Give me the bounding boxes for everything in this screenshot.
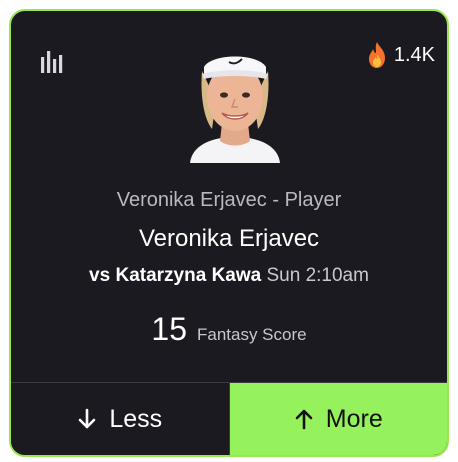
arrow-up-icon xyxy=(295,409,313,430)
matchup-line: vs Katarzyna Kawa Sun 2:10am xyxy=(11,264,447,288)
vs-label: vs xyxy=(89,265,111,286)
opponent-name: Katarzyna Kawa xyxy=(115,265,262,286)
player-name: Veronika Erjavec xyxy=(138,225,320,252)
pick-actions: Less More xyxy=(11,382,447,455)
less-button-label: Less xyxy=(109,404,163,433)
projection-line: 15 Fantasy Score xyxy=(11,311,447,347)
bar-chart-icon[interactable] xyxy=(41,51,65,73)
projection-card[interactable]: 1.4K Veronika Erjavec - Player Veronika … xyxy=(9,9,449,457)
less-button[interactable]: Less xyxy=(11,383,230,455)
player-subtitle: Veronika Erjavec - Player xyxy=(116,189,342,211)
popularity-indicator: 1.4K xyxy=(366,41,435,69)
projection-value: 15 xyxy=(151,311,187,347)
game-time: Sun 2:10am xyxy=(266,265,369,286)
fire-icon xyxy=(368,42,385,68)
more-button-label: More xyxy=(325,404,383,433)
popularity-count: 1.4K xyxy=(393,44,435,66)
projection-stat-label: Fantasy Score xyxy=(196,325,307,344)
player-avatar xyxy=(182,41,288,163)
more-button[interactable]: More xyxy=(229,383,447,455)
arrow-down-icon xyxy=(79,408,96,429)
